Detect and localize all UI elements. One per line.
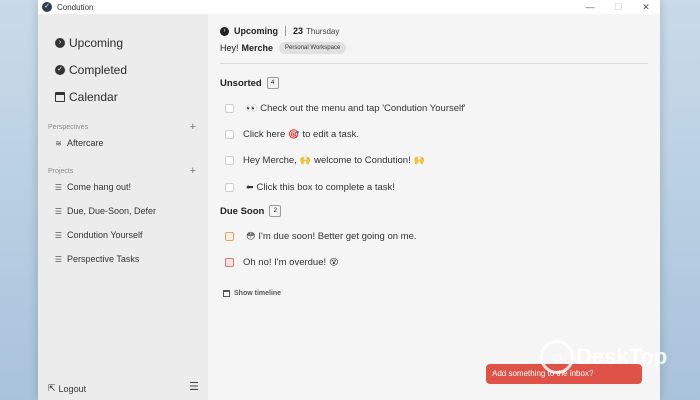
- project-label: Perspective Tasks: [67, 254, 140, 264]
- greeting-text: Hey!: [220, 43, 239, 53]
- task-checkbox[interactable]: [225, 232, 234, 241]
- page-title: Upcoming: [234, 26, 278, 36]
- task-text: Click this box to complete a task!: [256, 182, 395, 193]
- greeting: Hey! Merche Personal Workspace: [220, 42, 347, 54]
- menu-icon[interactable]: ☰: [189, 380, 199, 393]
- logout-icon: ⇱: [48, 383, 56, 393]
- window-controls: — ☐ ✕: [576, 0, 660, 14]
- list-icon: ☰: [54, 206, 63, 216]
- divider: [285, 26, 286, 36]
- task-item[interactable]: ⬅ Click this box to complete a task!: [225, 182, 395, 193]
- group-title: Due Soon: [220, 205, 265, 217]
- project-item[interactable]: ☰ Perspective Tasks: [54, 254, 139, 264]
- nav-completed-label: Completed: [69, 63, 128, 77]
- perspectives-header: Perspectives +: [48, 121, 196, 133]
- header-divider: [220, 63, 648, 64]
- group-unsorted: Unsorted 4: [220, 77, 279, 89]
- maximize-button[interactable]: ☐: [604, 0, 632, 14]
- layers-icon: ≋: [55, 138, 62, 148]
- projects-heading: Projects: [48, 167, 74, 175]
- nav-completed[interactable]: ✓ Completed: [55, 63, 127, 77]
- perspective-item[interactable]: ≋ Aftercare: [54, 138, 104, 148]
- task-text: Click here: [243, 129, 286, 140]
- nav-calendar[interactable]: Calendar: [55, 90, 118, 104]
- close-button[interactable]: ✕: [632, 0, 660, 14]
- project-label: Due, Due-Soon, Defer: [67, 206, 157, 216]
- arrow-left-icon: ⬅: [246, 182, 254, 192]
- add-project-button[interactable]: +: [190, 165, 196, 177]
- calendar-icon: [55, 92, 65, 102]
- nav-upcoming-label: Upcoming: [69, 36, 124, 50]
- title-bar: ✓ Condution — ☐ ✕: [38, 0, 660, 14]
- timeline-label: Show timeline: [234, 290, 282, 297]
- workspace-badge[interactable]: Personal Workspace: [279, 42, 347, 54]
- target-emoji-icon: 🎯: [288, 129, 300, 139]
- upcoming-icon: ›: [55, 38, 65, 48]
- logout-label: Logout: [58, 383, 87, 394]
- sidebar: › Upcoming ✓ Completed Calendar Perspect…: [38, 14, 208, 400]
- perspective-label: Aftercare: [67, 138, 104, 148]
- task-checkbox[interactable]: [225, 258, 234, 267]
- group-title: Unsorted: [220, 77, 262, 89]
- hands-emoji-icon: 🙌: [299, 155, 312, 165]
- task-checkbox[interactable]: [225, 156, 234, 165]
- eyes-emoji-icon: 👀: [246, 103, 258, 113]
- perspectives-heading: Perspectives: [48, 123, 89, 131]
- task-checkbox[interactable]: [225, 104, 234, 113]
- projects-header: Projects +: [48, 165, 196, 177]
- list-icon: ☰: [54, 230, 63, 240]
- watermark: ☺ DeskTop: [540, 340, 667, 374]
- watermark-logo-icon: ☺: [540, 340, 574, 374]
- task-item[interactable]: Click here 🎯 to edit a task.: [225, 129, 359, 140]
- project-label: Condution Yourself: [67, 230, 143, 240]
- task-text: Oh no! I'm overdue!: [243, 257, 327, 268]
- group-count: 2: [269, 205, 282, 217]
- nav-calendar-label: Calendar: [69, 90, 118, 104]
- calendar-icon: [223, 290, 230, 297]
- project-item[interactable]: ☰ Due, Due-Soon, Defer: [54, 206, 156, 216]
- project-item[interactable]: ☰ Condution Yourself: [54, 230, 143, 240]
- watermark-text: DeskTop: [576, 344, 668, 369]
- task-item[interactable]: 😳 I'm due soon! Better get going on me.: [225, 231, 417, 242]
- task-checkbox[interactable]: [225, 183, 234, 192]
- dizzy-emoji-icon: 😵: [329, 257, 339, 267]
- task-item[interactable]: Hey Merche, 🙌 welcome to Condution! 🙌: [225, 155, 428, 166]
- project-item[interactable]: ☰ Come hang out!: [54, 182, 131, 192]
- page-header: › Upcoming 23 Thursday: [220, 26, 339, 36]
- flushed-emoji-icon: 😳: [246, 231, 256, 241]
- nav-upcoming[interactable]: › Upcoming: [55, 36, 123, 50]
- task-text: Hey Merche,: [243, 155, 297, 166]
- task-text-suffix: welcome to Condution!: [314, 155, 411, 166]
- task-item[interactable]: Oh no! I'm overdue! 😵: [225, 257, 342, 268]
- show-timeline-button[interactable]: Show timeline: [223, 290, 281, 297]
- task-text-suffix: to edit a task.: [302, 129, 359, 140]
- task-checkbox[interactable]: [225, 130, 234, 139]
- task-item[interactable]: 👀 Check out the menu and tap 'Condution …: [225, 103, 466, 114]
- date-day: 23: [293, 26, 304, 36]
- list-icon: ☰: [54, 182, 63, 192]
- list-icon: ☰: [54, 254, 63, 264]
- hands-emoji-icon: 🙌: [413, 155, 425, 165]
- task-text: I'm due soon! Better get going on me.: [258, 231, 417, 242]
- window-title: Condution: [57, 2, 94, 12]
- minimize-button[interactable]: —: [576, 0, 604, 14]
- completed-icon: ✓: [55, 65, 65, 75]
- add-perspective-button[interactable]: +: [190, 121, 196, 133]
- project-label: Come hang out!: [67, 182, 132, 192]
- upcoming-icon: ›: [220, 26, 229, 36]
- date-weekday: Thursday: [306, 26, 340, 36]
- task-text: Check out the menu and tap 'Condution Yo…: [260, 103, 466, 114]
- app-logo-icon: ✓: [42, 2, 52, 12]
- group-due-soon: Due Soon 2: [220, 205, 282, 217]
- logout-button[interactable]: ⇱ Logout: [48, 383, 86, 394]
- user-name: Merche: [241, 43, 274, 53]
- group-count: 4: [266, 77, 279, 89]
